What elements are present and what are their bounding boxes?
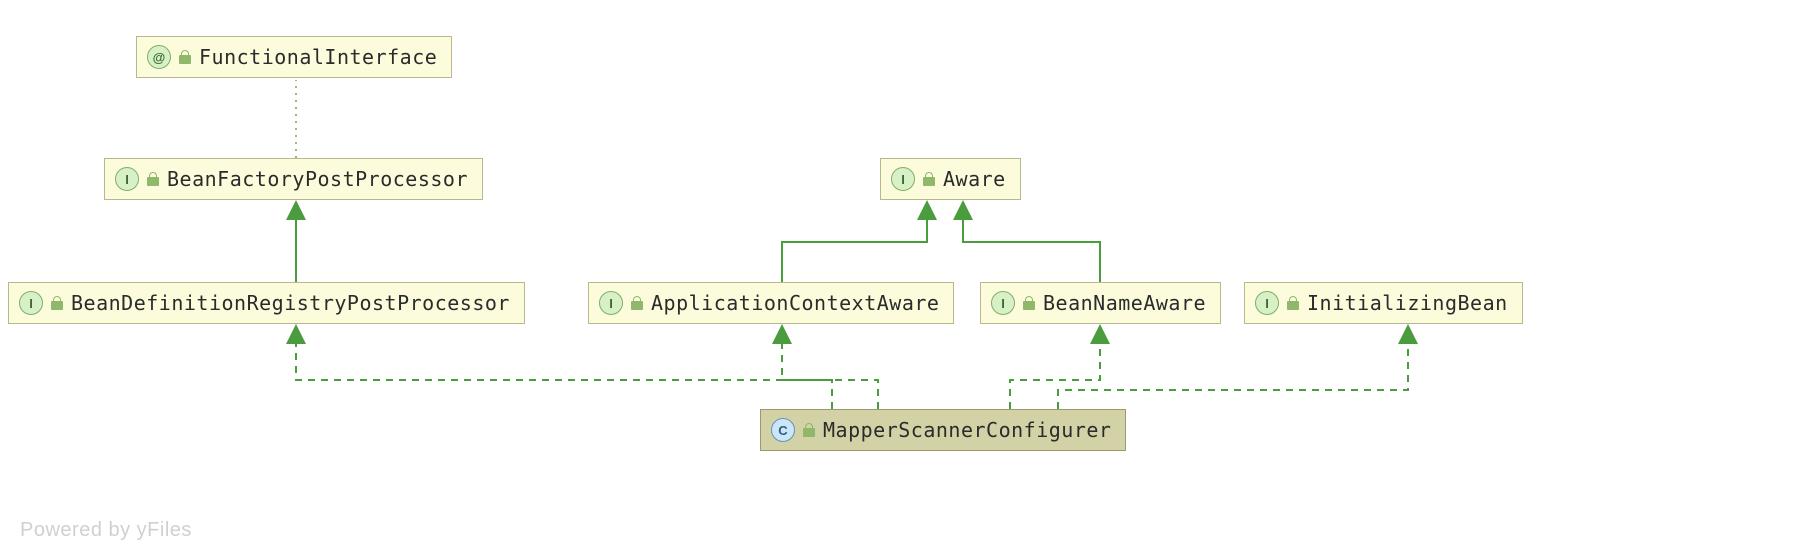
lock-icon [1287,296,1299,310]
node-label: BeanDefinitionRegistryPostProcessor [71,291,510,315]
node-label: BeanFactoryPostProcessor [167,167,468,191]
edge-bna-to-aware [963,202,1100,282]
node-bean-definition-registry-post-processor[interactable]: I BeanDefinitionRegistryPostProcessor [8,282,525,324]
interface-icon: I [891,167,915,191]
edge-msc-to-aca [782,326,878,409]
interface-icon: I [19,291,43,315]
edge-msc-to-ib [1058,326,1408,409]
node-functional-interface[interactable]: @ FunctionalInterface [136,36,452,78]
edge-aca-to-aware [782,202,927,282]
interface-icon: I [1255,291,1279,315]
node-label: FunctionalInterface [199,45,437,69]
node-label: Aware [943,167,1006,191]
lock-icon [923,172,935,186]
footer-attribution: Powered by yFiles [20,519,192,542]
lock-icon [1023,296,1035,310]
node-label: BeanNameAware [1043,291,1206,315]
node-mapper-scanner-configurer[interactable]: C MapperScannerConfigurer [760,409,1126,451]
lock-icon [51,296,63,310]
interface-icon: I [115,167,139,191]
edge-msc-to-bdrpp [296,326,832,409]
lock-icon [147,172,159,186]
node-aware[interactable]: I Aware [880,158,1021,200]
class-icon: C [771,418,795,442]
lock-icon [179,50,191,64]
node-initializing-bean[interactable]: I InitializingBean [1244,282,1523,324]
node-label: MapperScannerConfigurer [823,418,1111,442]
interface-icon: I [991,291,1015,315]
node-application-context-aware[interactable]: I ApplicationContextAware [588,282,954,324]
annotation-icon: @ [147,45,171,69]
lock-icon [631,296,643,310]
node-label: InitializingBean [1307,291,1508,315]
interface-icon: I [599,291,623,315]
node-bean-name-aware[interactable]: I BeanNameAware [980,282,1221,324]
node-bean-factory-post-processor[interactable]: I BeanFactoryPostProcessor [104,158,483,200]
lock-icon [803,423,815,437]
node-label: ApplicationContextAware [651,291,939,315]
edges-layer [0,0,1800,556]
edge-msc-to-bna [1010,326,1100,409]
